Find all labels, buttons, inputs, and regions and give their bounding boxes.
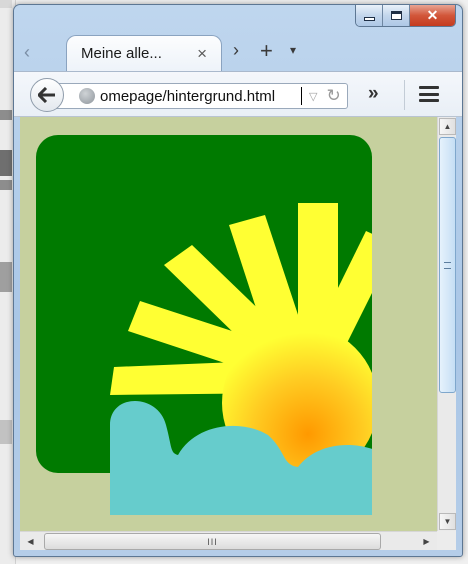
tab-active[interactable]: Meine alle... ×	[66, 35, 222, 71]
url-bar[interactable]: omepage/hintergrund.html ▽ ↻	[56, 83, 348, 109]
scroll-left-button[interactable]: ◀	[22, 533, 39, 550]
tab-bar: ‹ Meine alle... × › + ▾	[14, 31, 462, 71]
horizontal-scroll-thumb[interactable]: III	[44, 533, 381, 550]
text-caret	[301, 87, 302, 105]
new-tab-button[interactable]: +	[260, 38, 273, 64]
globe-icon[interactable]	[79, 88, 95, 104]
sun-cloud-logo-image	[36, 135, 372, 515]
vertical-scrollbar[interactable]: ▲ ▼	[437, 117, 456, 531]
tab-scroll-right-button[interactable]: ›	[233, 40, 239, 61]
minimize-icon	[363, 16, 375, 21]
scroll-right-button[interactable]: ▶	[418, 533, 435, 550]
scroll-grip-icon	[444, 261, 451, 269]
page-content: ▲ ▼	[20, 117, 456, 531]
hamburger-menu-icon[interactable]	[419, 86, 439, 102]
reload-icon[interactable]: ↻	[326, 86, 340, 106]
list-all-tabs-button[interactable]: ▾	[290, 43, 296, 57]
close-icon: ✕	[426, 7, 439, 23]
url-input[interactable]: omepage/hintergrund.html	[100, 88, 300, 105]
scrollbar-corner	[437, 531, 456, 550]
toolbar-overflow-button[interactable]: »	[368, 83, 379, 105]
navigation-toolbar: omepage/hintergrund.html ▽ ↻ »	[14, 71, 462, 117]
tab-title: Meine alle...	[81, 45, 162, 62]
maximize-icon	[390, 11, 402, 20]
toolbar-divider	[404, 80, 405, 110]
horizontal-scrollbar[interactable]: ◀ III ▶	[20, 531, 437, 550]
vertical-scroll-thumb[interactable]	[439, 137, 456, 393]
scroll-up-button[interactable]: ▲	[439, 118, 456, 135]
close-window-button[interactable]: ✕	[410, 5, 455, 26]
back-arrow-icon	[38, 87, 55, 103]
back-button[interactable]	[30, 78, 64, 112]
window-caption-buttons: ✕	[355, 5, 456, 27]
browser-window: ✕ ‹ Meine alle... × › + ▾ omepage/hinter…	[13, 4, 463, 557]
minimize-button[interactable]	[356, 5, 383, 26]
url-history-dropdown-icon[interactable]: ▽	[309, 90, 317, 103]
tab-close-icon[interactable]: ×	[197, 44, 207, 64]
maximize-button[interactable]	[383, 5, 410, 26]
scroll-down-button[interactable]: ▼	[439, 513, 456, 530]
tab-scroll-left-button[interactable]: ‹	[24, 42, 30, 63]
